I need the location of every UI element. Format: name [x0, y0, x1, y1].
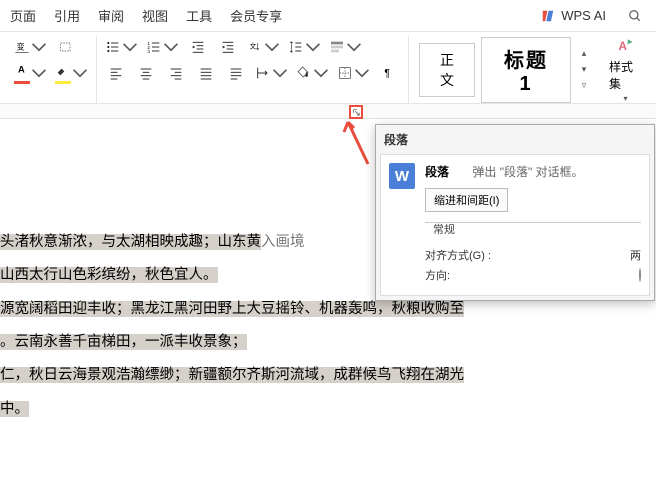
style-next-button[interactable]: ▾: [577, 63, 591, 77]
wps-ai-button[interactable]: WPS AI: [541, 8, 606, 23]
style-gallery-button[interactable]: ▿: [577, 79, 591, 93]
styleset-icon: A: [616, 36, 636, 56]
chevron-down-icon: [31, 39, 47, 55]
shading-button[interactable]: [294, 62, 331, 84]
wps-ai-logo-icon: [541, 9, 555, 23]
tooltip-title: 段落: [376, 125, 654, 154]
svg-text:变: 变: [17, 42, 25, 52]
direction-row: 方向:: [425, 267, 641, 283]
bullet-list-button[interactable]: [103, 36, 140, 58]
tooltip-group-label: 常规: [429, 224, 459, 236]
selected-text[interactable]: 头渚秋意渐浓，与太湖相映成趣；山东黄: [0, 234, 261, 250]
decrease-indent-button[interactable]: [185, 36, 211, 58]
align-right-button[interactable]: [163, 62, 189, 84]
chevron-down-icon: [313, 65, 329, 81]
show-marks-button[interactable]: ¶: [376, 62, 402, 84]
tab-stops-button[interactable]: [253, 62, 290, 84]
svg-text:¶: ¶: [384, 67, 390, 79]
svg-text:文: 文: [250, 41, 257, 50]
increase-indent-button[interactable]: [215, 36, 241, 58]
paragraph-group: 123 文 ¶: [97, 36, 409, 103]
paragraph-dialog-launcher[interactable]: [349, 105, 363, 119]
ribbon-launcher-row: [0, 103, 656, 119]
chevron-down-icon: [346, 39, 362, 55]
search-button[interactable]: [624, 5, 646, 27]
selected-text[interactable]: 仁，秋日云海景观浩瀚缥缈；新疆额尔齐斯河流域，成群候鸟飞翔在湖光: [0, 367, 464, 383]
style-heading1[interactable]: 标题 1: [481, 37, 571, 103]
menu-view[interactable]: 视图: [142, 6, 168, 25]
style-normal[interactable]: 正文: [419, 43, 475, 97]
toolbar: 变 A 123 文 ¶ 正文: [0, 32, 656, 103]
menu-tools[interactable]: 工具: [186, 6, 212, 25]
styles-group: 正文 标题 1 ▴ ▾ ▿: [409, 36, 601, 103]
menu-review[interactable]: 审阅: [98, 6, 124, 25]
align-center-button[interactable]: [133, 62, 159, 84]
menubar: 页面 引用 审阅 视图 工具 会员专享 WPS AI: [0, 0, 656, 32]
styleset-group[interactable]: A 样式集 ▾: [601, 36, 650, 103]
chevron-down-icon: [305, 39, 321, 55]
direction-radio[interactable]: [639, 268, 641, 282]
style-prev-button[interactable]: ▴: [577, 47, 591, 61]
selected-text[interactable]: 源宽阔稻田迎丰收；黑龙江黑河田野上大豆摇铃、机器轰鸣，秋粮收购至: [0, 301, 464, 317]
tooltip-app-icon: W: [389, 163, 415, 189]
phonetic-guide-button[interactable]: 变: [12, 36, 49, 58]
align-justify-button[interactable]: [193, 62, 219, 84]
menu-page[interactable]: 页面: [10, 6, 36, 25]
tooltip-indent-tab[interactable]: 缩进和间距(I): [425, 188, 508, 212]
dialog-launcher-icon: [352, 108, 360, 116]
align-value[interactable]: 两: [630, 247, 641, 263]
align-distribute-button[interactable]: [223, 62, 249, 84]
tooltip-heading: 段落 弹出 "段落" 对话框。: [425, 163, 641, 180]
svg-text:A: A: [618, 40, 627, 53]
chevron-down-icon: [354, 65, 370, 81]
align-left-button[interactable]: [103, 62, 129, 84]
text-direction-button[interactable]: 文: [245, 36, 282, 58]
numbered-list-button[interactable]: 123: [144, 36, 181, 58]
svg-text:A: A: [18, 65, 25, 75]
menu-vip[interactable]: 会员专享: [230, 6, 282, 25]
chevron-down-icon: [163, 39, 179, 55]
selected-text[interactable]: 中。: [0, 401, 29, 417]
selected-text[interactable]: 山西太行山色彩缤纷，秋色宜人。: [0, 267, 218, 283]
line-spacing-button[interactable]: [286, 36, 323, 58]
borders-button[interactable]: [335, 62, 372, 84]
chevron-down-icon: [31, 65, 47, 81]
selected-text[interactable]: 。云南永善千亩梯田，一派丰收景象；: [0, 334, 247, 350]
font-color-button[interactable]: A: [12, 62, 49, 84]
chevron-down-icon: [122, 39, 138, 55]
chevron-down-icon: [272, 65, 288, 81]
character-border-button[interactable]: [53, 36, 79, 58]
align-row: 对齐方式(G) : 两: [425, 247, 641, 263]
highlight-color-button[interactable]: [53, 62, 90, 84]
svg-text:3: 3: [147, 49, 150, 54]
font-group: 变 A: [6, 36, 97, 103]
paragraph-layout-button[interactable]: [327, 36, 364, 58]
menu-reference[interactable]: 引用: [54, 6, 80, 25]
chevron-down-icon: [72, 65, 88, 81]
search-icon: [628, 9, 642, 23]
chevron-down-icon: [264, 39, 280, 55]
paragraph-tooltip: 段落 W 段落 弹出 "段落" 对话框。 缩进和间距(I) 常规 对齐方式(G)…: [375, 124, 655, 301]
